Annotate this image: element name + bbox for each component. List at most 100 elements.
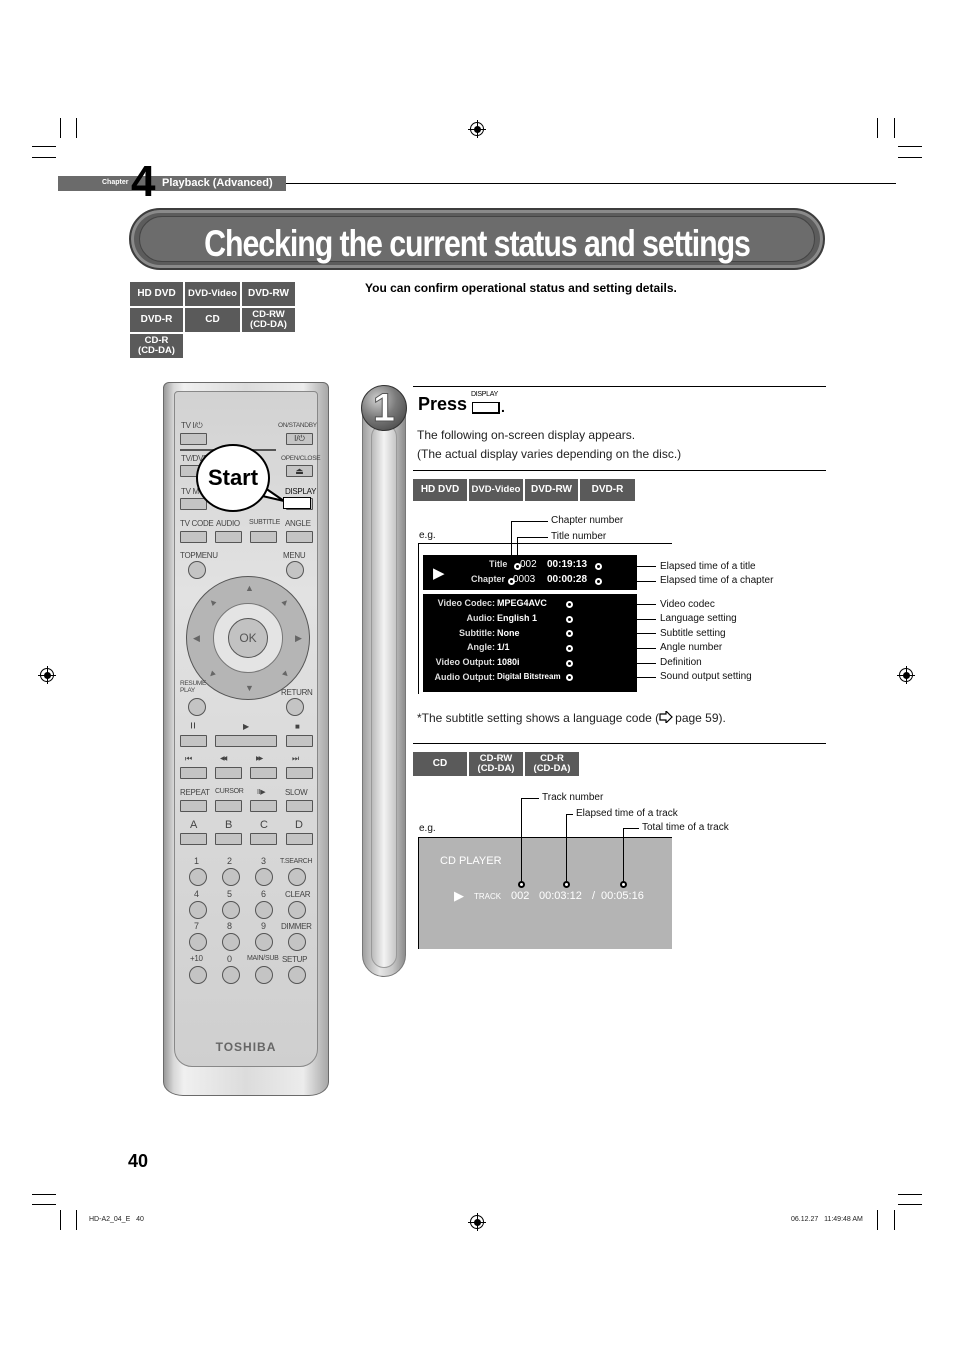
callout-dot: [566, 601, 573, 608]
fast-forward-icon: ▶▶: [256, 756, 263, 762]
subtitle-button[interactable]: [250, 531, 277, 543]
key-0-button[interactable]: [222, 966, 240, 984]
osd-row-value: English 1: [497, 613, 538, 623]
title-banner-inner: Checking the current status and settings: [139, 216, 815, 264]
c-button[interactable]: [250, 833, 277, 845]
leader-chapter-number: [511, 521, 512, 581]
step-description-2: (The actual display varies depending on …: [417, 447, 682, 461]
press-text: Press: [418, 394, 468, 414]
stop-button[interactable]: [286, 735, 313, 747]
repeat-button[interactable]: [180, 800, 207, 812]
callout-dot: [566, 630, 573, 637]
main-sub-button[interactable]: [255, 966, 273, 984]
arrow-right-icon[interactable]: ▶: [295, 633, 302, 644]
setup-label: SETUP: [282, 955, 308, 964]
time-separator: /: [592, 890, 596, 902]
osd-row-value: 1/1: [497, 642, 510, 652]
leader-row: [573, 604, 656, 605]
key-2-button[interactable]: [222, 868, 240, 886]
rewind-button[interactable]: [215, 767, 242, 779]
power-button[interactable]: I/⏻: [286, 433, 313, 445]
resume-play-button[interactable]: [188, 698, 206, 716]
resume-play-label: RESUME PLAY: [180, 680, 207, 694]
b-button[interactable]: [215, 833, 242, 845]
registration-mark-icon: [897, 666, 915, 684]
ok-button[interactable]: OK: [228, 618, 268, 658]
arrow-left-icon[interactable]: ◀: [193, 633, 200, 644]
topmenu-label: TOPMENU: [180, 551, 218, 560]
key-6-button[interactable]: [255, 901, 273, 919]
fast-forward-button[interactable]: [250, 767, 277, 779]
callout-dot: [595, 563, 602, 570]
return-button[interactable]: [286, 698, 304, 716]
crop-mark: [898, 1194, 922, 1195]
annotation-chapter-number: Chapter number: [551, 515, 624, 526]
chapter-title: Playback (Advanced): [162, 177, 273, 189]
key-6-label: 6: [261, 889, 266, 899]
key-9-button[interactable]: [255, 933, 273, 951]
skip-back-button[interactable]: [180, 767, 207, 779]
leader-elapsed: [566, 814, 567, 884]
setup-button[interactable]: [288, 966, 306, 984]
osd-row-key: Audio:: [466, 613, 496, 623]
leader-elapsed-chapter: [602, 581, 656, 582]
key-8-label: 8: [227, 921, 232, 931]
step-description-1: The following on-screen display appears.: [417, 428, 636, 442]
d-button[interactable]: [286, 833, 313, 845]
arrow-down-right-icon[interactable]: ▼: [279, 667, 292, 680]
osd-row-key: Angle:: [467, 642, 495, 652]
arrow-up-left-icon[interactable]: ▲: [206, 595, 219, 608]
key-3-label: 3: [261, 856, 266, 866]
prev-icon: ⏮: [185, 754, 192, 763]
disc-badge: CD-RW (CD-DA): [242, 308, 295, 332]
step-button[interactable]: [250, 800, 277, 812]
pause-button[interactable]: [180, 735, 207, 747]
arrow-up-icon[interactable]: ▲: [245, 583, 254, 593]
angle-button[interactable]: [286, 531, 313, 543]
slow-button[interactable]: [286, 800, 313, 812]
cursor-button[interactable]: [215, 800, 242, 812]
play-icon: ▶: [454, 888, 464, 903]
key-3-button[interactable]: [255, 868, 273, 886]
osd-row-value: Digital Bitstream: [497, 672, 561, 681]
step-icon: II▶: [257, 789, 266, 796]
display-button-highlight: [283, 497, 311, 509]
key-7-button[interactable]: [189, 933, 207, 951]
key-4-button[interactable]: [189, 901, 207, 919]
leader-track-number: [521, 798, 539, 799]
key-1-button[interactable]: [189, 868, 207, 886]
callout-dot: [508, 578, 515, 585]
dpad-ring: OK: [213, 603, 283, 673]
tv-code-button[interactable]: [180, 531, 207, 543]
crop-mark: [60, 118, 61, 138]
tv-power-button[interactable]: [180, 433, 207, 445]
frame-left: [418, 543, 419, 694]
clear-button[interactable]: [288, 901, 306, 919]
arrow-down-icon[interactable]: ▼: [245, 683, 254, 693]
chapter-time: 00:00:28: [547, 574, 588, 585]
page-reference-link[interactable]: page 59).: [675, 711, 726, 725]
skip-forward-button[interactable]: [286, 767, 313, 779]
tsearch-button[interactable]: [288, 868, 306, 886]
key-8-button[interactable]: [222, 933, 240, 951]
audio-label: AUDIO: [216, 519, 240, 528]
crop-mark: [894, 1210, 895, 1230]
osd-row-value: 1080i: [497, 657, 520, 667]
key-5-button[interactable]: [222, 901, 240, 919]
audio-button[interactable]: [215, 531, 242, 543]
topmenu-button[interactable]: [188, 561, 206, 579]
a-button[interactable]: [180, 833, 207, 845]
tv-mode-button[interactable]: [180, 498, 207, 510]
menu-button[interactable]: [286, 561, 304, 579]
disc-badge: HD DVD: [130, 282, 183, 306]
disc-badge: CD-R (CD-DA): [130, 334, 183, 358]
arrow-down-left-icon[interactable]: ▼: [206, 667, 219, 680]
arrow-up-right-icon[interactable]: ▲: [279, 595, 292, 608]
plus10-button[interactable]: [189, 966, 207, 984]
callout-dot: [566, 674, 573, 681]
intro-text: You can confirm operational status and s…: [365, 281, 677, 295]
dimmer-button[interactable]: [288, 933, 306, 951]
registration-mark-icon: [468, 120, 486, 138]
disc-badge: CD-RW (CD-DA): [469, 752, 523, 776]
play-button[interactable]: [215, 735, 277, 747]
